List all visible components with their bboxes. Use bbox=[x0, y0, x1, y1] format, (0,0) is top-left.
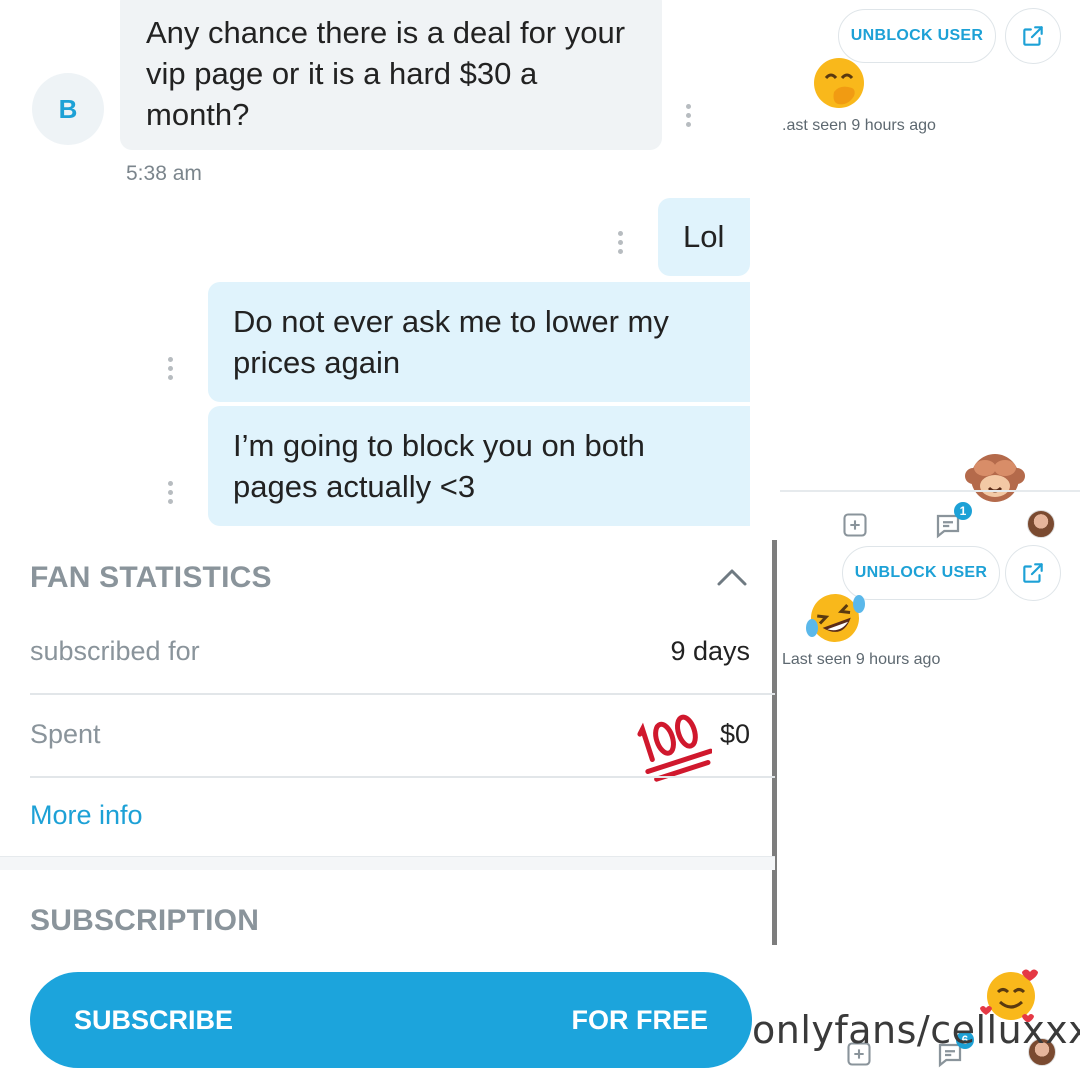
last-seen-status: .ast seen 9 hours ago bbox=[782, 117, 936, 134]
unblock-user-label: UNBLOCK USER bbox=[854, 564, 988, 581]
watermark: onlyfans/celluxxx bbox=[752, 1008, 1080, 1052]
panel-divider bbox=[780, 490, 1080, 492]
subscribe-button[interactable]: SUBSCRIBE FOR FREE bbox=[30, 972, 752, 1068]
fan-statistics-title: FAN STATISTICS bbox=[30, 561, 272, 594]
stat-value: 9 days bbox=[670, 636, 750, 666]
outgoing-message-text: Lol bbox=[683, 219, 725, 254]
subscribe-price: FOR FREE bbox=[571, 1004, 708, 1035]
outgoing-message-text: Do not ever ask me to lower my prices ag… bbox=[233, 304, 669, 380]
incoming-message-time: 5:38 am bbox=[126, 162, 202, 185]
incoming-message-options-icon[interactable] bbox=[683, 104, 693, 127]
add-post-icon[interactable] bbox=[841, 511, 869, 539]
row-divider bbox=[30, 693, 775, 695]
sender-avatar[interactable]: B bbox=[32, 73, 104, 145]
unblock-user-label: UNBLOCK USER bbox=[850, 27, 984, 44]
see-no-evil-monkey-emoji bbox=[965, 454, 1025, 502]
more-info-link[interactable]: More info bbox=[30, 800, 143, 831]
outgoing-message-bubble: Lol bbox=[658, 198, 750, 276]
stat-label: subscribed for bbox=[30, 636, 200, 666]
share-icon bbox=[1023, 563, 1043, 583]
subscribe-label: SUBSCRIBE bbox=[74, 1004, 234, 1035]
share-icon bbox=[1023, 26, 1043, 46]
outgoing-message-bubble: Do not ever ask me to lower my prices ag… bbox=[208, 282, 750, 402]
unblock-user-button[interactable]: UNBLOCK USER bbox=[838, 9, 996, 63]
chevron-up-icon[interactable] bbox=[715, 565, 749, 589]
messages-notification-badge: 1 bbox=[954, 502, 972, 520]
outgoing-message-text: I’m going to block you on both pages act… bbox=[233, 428, 645, 504]
stat-label: Spent bbox=[30, 719, 101, 749]
outgoing-message-bubble: I’m going to block you on both pages act… bbox=[208, 406, 750, 526]
sender-initial: B bbox=[58, 93, 78, 124]
rolling-on-floor-laughing-emoji bbox=[806, 594, 865, 642]
incoming-message-bubble: Any chance there is a deal for your vip … bbox=[120, 0, 662, 150]
row-divider bbox=[30, 776, 775, 778]
share-button[interactable] bbox=[1005, 545, 1061, 601]
incoming-message-text: Any chance there is a deal for your vip … bbox=[146, 15, 626, 132]
message-options-icon[interactable] bbox=[165, 357, 175, 380]
message-options-icon[interactable] bbox=[615, 231, 625, 254]
face-with-hand-over-mouth-emoji bbox=[814, 58, 864, 108]
last-seen-status: Last seen 9 hours ago bbox=[782, 651, 941, 668]
section-divider bbox=[0, 856, 775, 870]
hundred-points-emoji bbox=[637, 714, 712, 782]
panel-separator-line bbox=[772, 540, 777, 945]
profile-avatar[interactable] bbox=[1027, 510, 1055, 538]
subscription-title: SUBSCRIPTION bbox=[30, 904, 260, 937]
share-button[interactable] bbox=[1005, 8, 1061, 64]
message-options-icon[interactable] bbox=[165, 481, 175, 504]
